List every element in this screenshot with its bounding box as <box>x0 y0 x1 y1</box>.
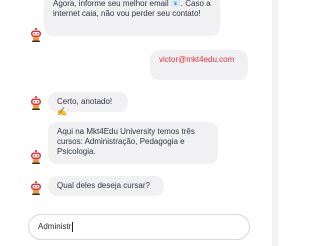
chat-input[interactable]: Administr <box>28 214 250 240</box>
message-text: Agora, informe seu melhor email 📧. Caso … <box>53 0 211 18</box>
message-text: Aqui na Mkt4Edu University temos três cu… <box>57 127 195 156</box>
message-text: victor@mkt4edu.com <box>159 55 235 64</box>
robot-avatar-icon <box>30 96 42 110</box>
message-bubble: Certo, anotado! ✍ <box>48 92 128 116</box>
message-text: Qual deles deseja cursar? <box>57 181 150 190</box>
robot-avatar-icon <box>30 28 42 42</box>
message-bubble: Agora, informe seu melhor email 📧. Caso … <box>44 0 220 36</box>
chat-input-value: Administr <box>38 222 72 231</box>
chat-scrollbar[interactable] <box>272 0 278 246</box>
message-bubble: Qual deles deseja cursar? <box>48 176 164 196</box>
robot-avatar-icon <box>30 150 42 164</box>
message-text: Certo, anotado! ✍ <box>57 97 113 116</box>
message-bubble: victor@mkt4edu.com <box>150 50 248 80</box>
message-bubble: Aqui na Mkt4Edu University temos três cu… <box>48 122 218 164</box>
robot-avatar-icon <box>30 181 42 195</box>
text-caret <box>72 221 74 232</box>
